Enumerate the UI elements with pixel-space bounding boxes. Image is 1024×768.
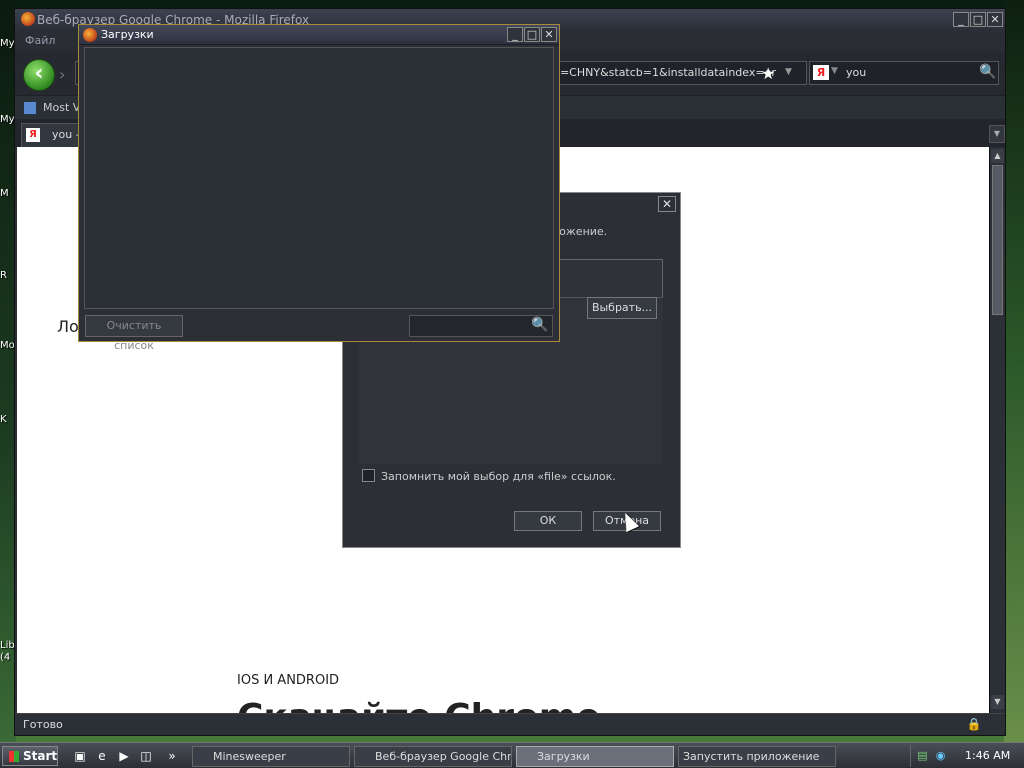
tray-app-icon[interactable]: ◉ [933,749,948,763]
close-button[interactable]: ✕ [987,12,1003,27]
bookmark-star-icon[interactable]: ★ [761,64,775,83]
vertical-scrollbar[interactable]: ▲ ▼ [989,147,1005,713]
scroll-down-icon[interactable]: ▼ [991,695,1004,709]
ok-button[interactable]: ОК [514,511,582,531]
remember-choice-checkbox[interactable] [362,469,375,482]
remember-choice-label: Запомнить мой выбор для «file» ссылок. [381,470,616,483]
clock[interactable]: 1:46 AM [965,749,1010,762]
clear-list-button[interactable]: Очистить список [85,315,183,352]
lock-icon[interactable]: 🔒 [965,715,983,733]
taskbar: Start ▣ e ▶ ◫ » Minesweeper Веб-браузер … [0,742,1024,768]
taskbar-button-launch-app[interactable]: Запустить приложение [678,746,836,767]
downloads-list[interactable] [84,47,554,309]
firefox-icon [21,12,35,26]
close-button[interactable]: ✕ [541,27,557,42]
network-icon[interactable]: ▤ [915,749,930,763]
minimize-button[interactable]: _ [953,12,969,27]
windows-logo-icon [9,751,19,762]
media-player-icon[interactable]: ▶ [116,748,132,764]
search-icon[interactable]: 🔍 [979,64,996,80]
minimize-button[interactable]: _ [507,27,523,42]
desktop-right [1004,0,1024,742]
downloads-title: Загрузки [101,28,154,41]
downloads-window: Загрузки _ □ ✕ Очистить список 🔍 [78,24,560,352]
explorer-icon[interactable]: ◫ [138,748,154,764]
tab-label: you – [52,128,82,141]
taskbar-button-firefox[interactable]: Веб-браузер Google Chr... [354,746,512,767]
status-bar: Готово [15,713,1005,735]
page-subheading: IOS И ANDROID [237,673,340,688]
scroll-up-icon[interactable]: ▲ [991,149,1004,163]
show-desktop-icon[interactable]: ▣ [72,748,88,764]
taskbar-button-downloads[interactable]: Загрузки [516,746,674,767]
choose-app-button[interactable]: Выбрать... [587,297,657,319]
yandex-favicon-icon: Я [26,128,40,142]
maximize-button[interactable]: □ [524,27,540,42]
system-tray: ▤ ◉ 1:46 AM [910,745,1022,767]
dialog-close-button[interactable]: ✕ [658,196,676,212]
start-label: Start [23,749,58,763]
tab-list-dropdown-icon[interactable]: ▼ [989,125,1005,143]
quick-launch-expand-icon[interactable]: » [164,748,180,764]
firefox-icon [83,28,97,42]
url-dropdown-icon[interactable]: ▼ [785,67,792,77]
status-text: Готово [23,718,63,731]
menu-file[interactable]: Файл [25,34,55,47]
internet-explorer-icon[interactable]: e [94,748,110,764]
maximize-button[interactable]: □ [970,12,986,27]
search-engine-dropdown-icon[interactable]: ▼ [831,66,838,76]
scroll-thumb[interactable] [992,165,1003,315]
taskbar-button-minesweeper[interactable]: Minesweeper [192,746,350,767]
downloads-titlebar[interactable]: Загрузки _ □ ✕ [79,25,559,45]
back-button[interactable]: ‹ [23,59,55,91]
yandex-search-engine-icon[interactable]: Я [813,65,829,80]
bookmark-folder-icon [23,101,37,115]
start-button[interactable]: Start [2,746,58,766]
page-text-fragment: Ло [57,317,79,336]
search-icon[interactable]: 🔍 [531,317,548,333]
